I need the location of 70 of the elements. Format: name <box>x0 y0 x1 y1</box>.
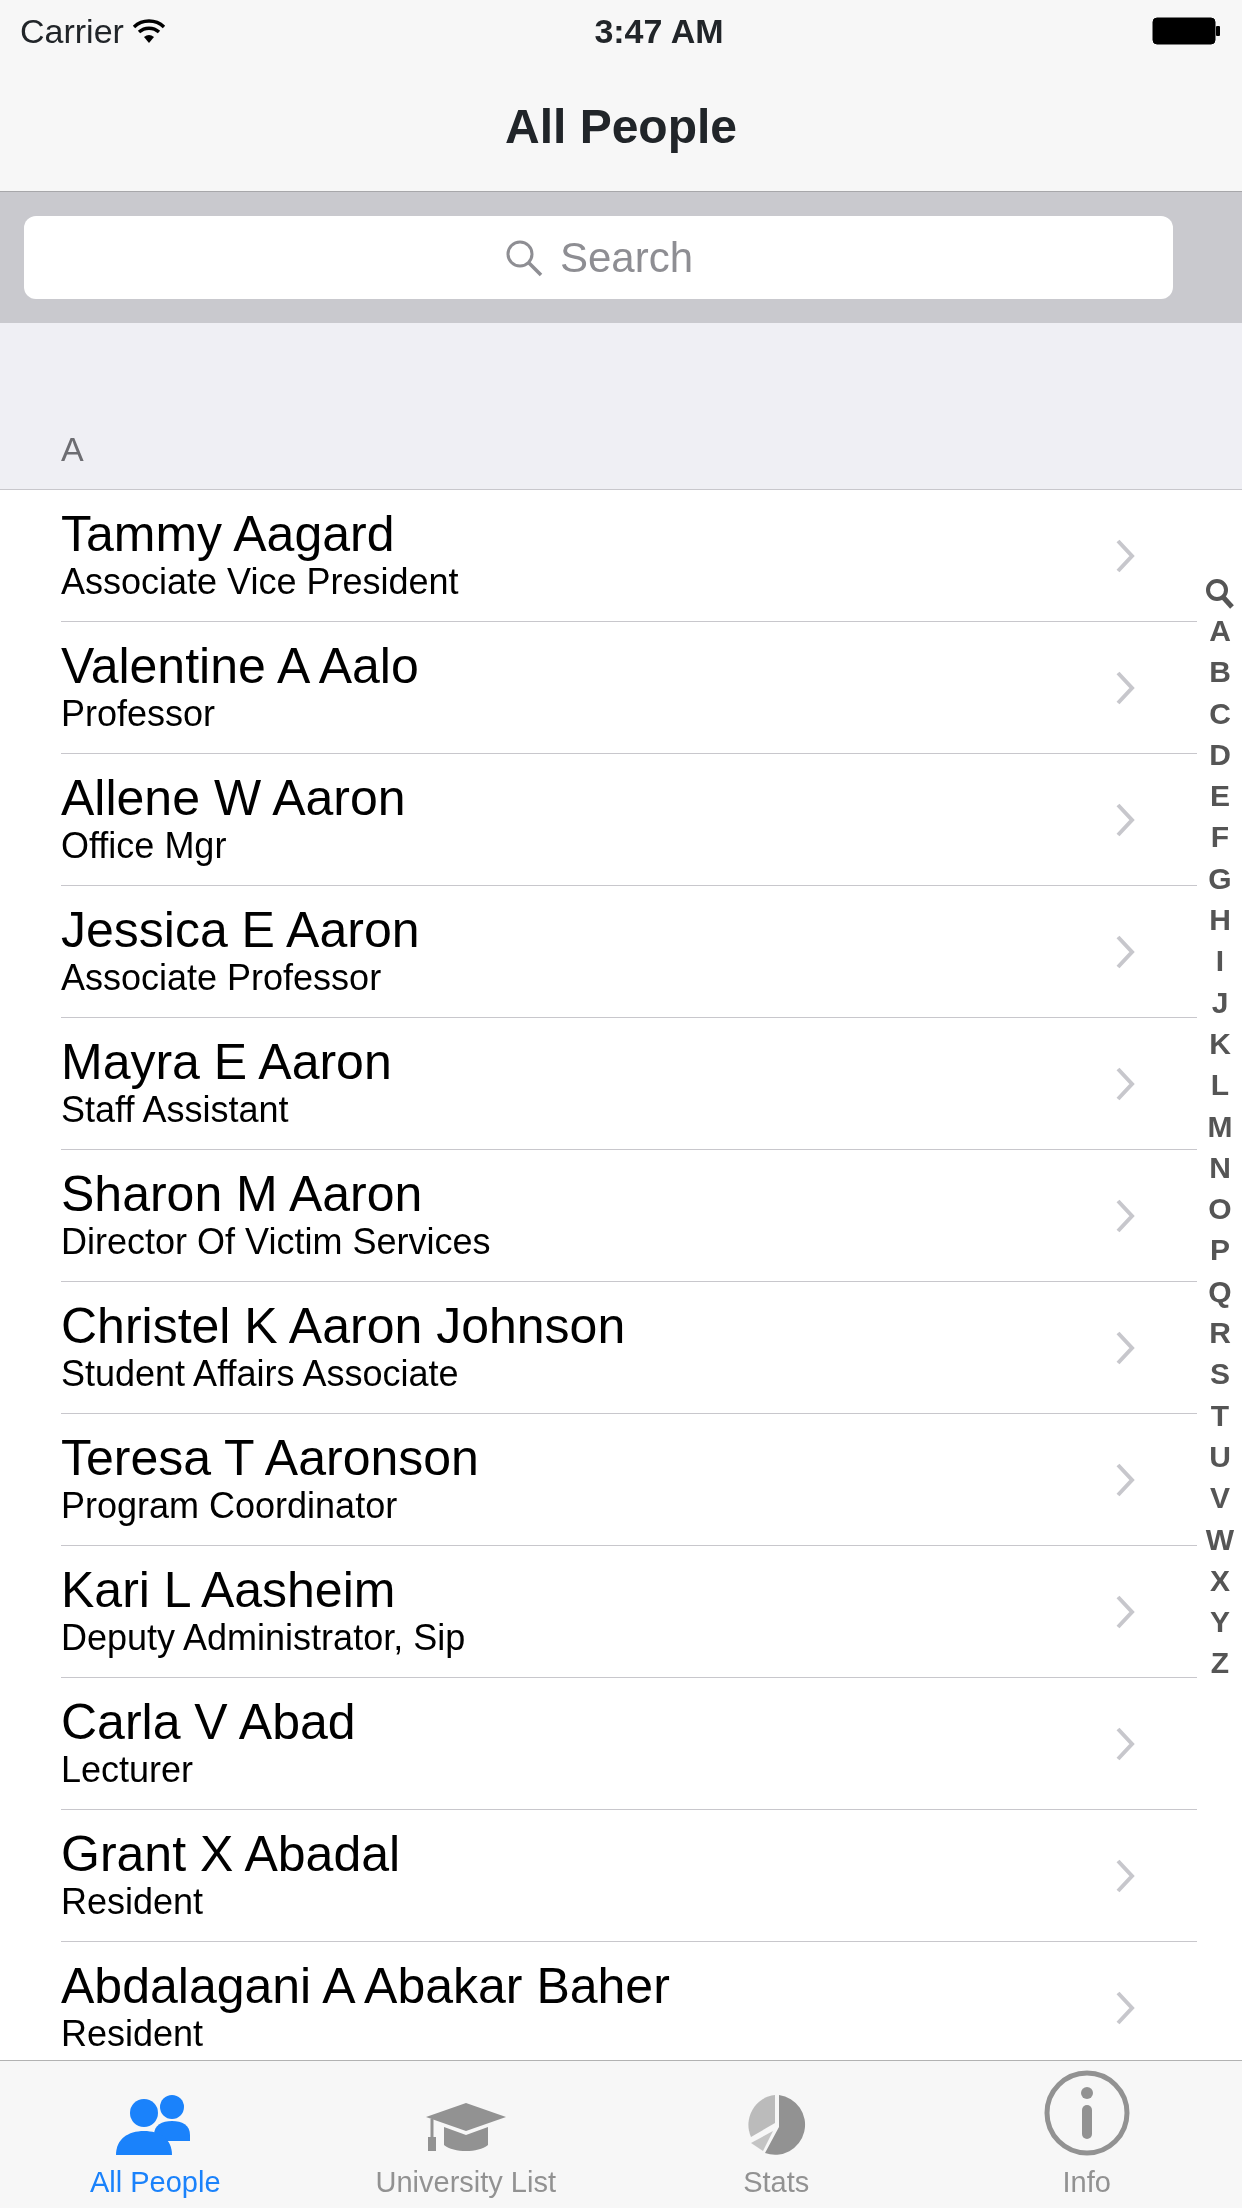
person-title: Resident <box>61 2013 205 2056</box>
person-name: Abdalagani A Abakar Baher <box>61 1959 671 2013</box>
person-title: Student Affairs Associate <box>61 1352 460 1396</box>
chevron-icon <box>1115 1197 1135 1234</box>
index-letter[interactable]: F <box>1210 816 1230 858</box>
person-title: Deputy Administrator, Sip <box>61 1616 467 1660</box>
index-letter[interactable]: P <box>1210 1229 1230 1271</box>
person-name: Christel K Aaron Johnson <box>61 1299 627 1353</box>
nav-title: All People <box>504 98 738 155</box>
index-letter[interactable]: D <box>1209 733 1231 776</box>
person-name: Tammy Aagard <box>61 507 396 561</box>
index-letter[interactable]: I <box>1215 940 1225 982</box>
person-name: Carla V Abad <box>61 1695 357 1749</box>
index-letter[interactable]: U <box>1209 1435 1231 1478</box>
chevron-icon <box>1115 1065 1135 1102</box>
person-name: Allene W Aaron <box>61 771 407 825</box>
index-letter[interactable]: A <box>1209 610 1231 652</box>
person-title: Program Coordinator <box>61 1484 399 1528</box>
index-letter[interactable]: M <box>1207 1105 1233 1147</box>
index-letter[interactable]: J <box>1211 981 1229 1023</box>
chevron-icon <box>1115 537 1135 574</box>
index-letter[interactable]: B <box>1209 651 1231 693</box>
person-title: Director Of Victim Services <box>61 1220 492 1264</box>
index-letter[interactable]: Z <box>1210 1642 1230 1684</box>
person-title: Professor <box>61 692 217 736</box>
index-letter[interactable]: W <box>1205 1518 1235 1560</box>
section-header: A <box>61 429 84 470</box>
person-title: Office Mgr <box>61 824 228 868</box>
person-title: Associate Professor <box>61 956 383 1000</box>
index-letter[interactable]: N <box>1209 1146 1231 1189</box>
chevron-icon <box>1115 1461 1135 1498</box>
chevron-icon <box>1115 1857 1135 1894</box>
index-letter[interactable]: G <box>1208 857 1232 900</box>
chevron-icon <box>1115 1989 1135 2026</box>
index-letter[interactable]: L <box>1210 1064 1230 1106</box>
wifi-icon <box>131 18 166 44</box>
index-letter[interactable]: X <box>1210 1559 1230 1602</box>
search-icon[interactable] <box>1205 578 1235 610</box>
index-letter[interactable]: K <box>1209 1022 1231 1065</box>
person-name: Mayra E Aaron <box>61 1035 393 1089</box>
index-letter[interactable]: T <box>1210 1394 1230 1436</box>
index-letter[interactable]: O <box>1208 1188 1232 1230</box>
index-letter[interactable]: C <box>1209 692 1231 734</box>
chevron-icon <box>1115 1329 1135 1366</box>
person-name: Valentine A Aalo <box>61 639 420 693</box>
index-letter[interactable]: R <box>1209 1312 1231 1354</box>
person-name: Kari L Aasheim <box>61 1563 397 1617</box>
index-letter[interactable]: H <box>1209 899 1231 941</box>
chevron-icon <box>1115 1593 1135 1630</box>
index-letter[interactable]: S <box>1210 1353 1230 1395</box>
info-icon <box>1042 2068 1131 2157</box>
index-letter[interactable]: Y <box>1210 1601 1230 1643</box>
chevron-icon <box>1115 1725 1135 1762</box>
index-letter[interactable]: Q <box>1208 1270 1232 1313</box>
time-label: 3:47 AM <box>594 10 724 52</box>
person-title: Resident <box>61 1880 205 1924</box>
index-letter[interactable]: E <box>1210 775 1230 817</box>
person-title: Lecturer <box>61 1748 195 1792</box>
person-name: Teresa T Aaronson <box>61 1431 480 1485</box>
carrier-label: Carrier <box>20 10 124 52</box>
battery-icon <box>1152 16 1222 46</box>
index-letter[interactable]: V <box>1210 1477 1230 1519</box>
person-title: Staff Assistant <box>61 1089 290 1132</box>
chevron-icon <box>1115 669 1135 706</box>
chevron-icon <box>1115 933 1135 970</box>
person-name: Sharon M Aaron <box>61 1167 424 1221</box>
person-title: Associate Vice President <box>61 561 460 604</box>
person-name: Jessica E Aaron <box>61 903 421 957</box>
chevron-icon <box>1115 801 1135 838</box>
person-name: Grant X Abadal <box>61 1827 402 1881</box>
